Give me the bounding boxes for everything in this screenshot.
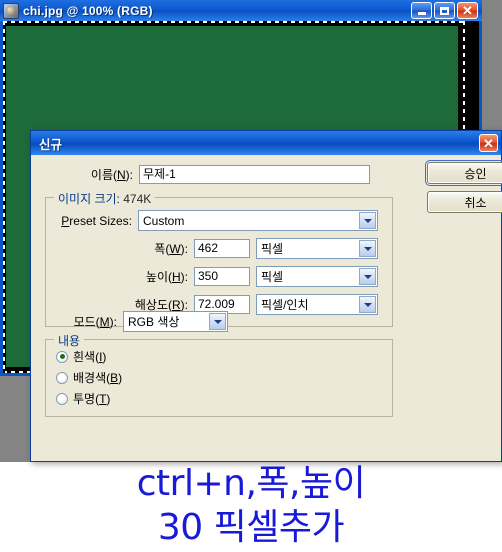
width-unit-select[interactable]: 픽셀 <box>256 238 378 259</box>
radio-white-label: 흰색(I) <box>73 350 107 364</box>
maximize-button[interactable] <box>434 2 455 19</box>
image-size-legend: 이미지 크기: 474K <box>54 190 156 207</box>
chevron-down-icon[interactable] <box>359 268 376 285</box>
annotation-line-2: 30 픽셀추가 <box>157 507 345 548</box>
height-unit-value: 픽셀 <box>261 270 284 284</box>
preset-sizes-row: Preset Sizes: Custom <box>54 210 386 231</box>
radio-background-color-label: 배경색(B) <box>73 371 123 385</box>
image-window-controls: ✕ <box>411 2 478 19</box>
new-document-dialog: 신규 ✕ 이름(N): 무제-1 승인 취소 이미지 크기: 474K Pres… <box>30 130 502 462</box>
image-window-close-button[interactable]: ✕ <box>457 2 478 19</box>
screen: chi.jpg @ 100% (RGB) ✕ 신규 ✕ 이름(N): 무제-1 … <box>0 0 502 552</box>
annotation-overlay: ctrl+n,폭,높이 30 픽셀추가 <box>0 462 502 550</box>
close-icon: ✕ <box>462 3 473 18</box>
selection-edge-left <box>3 21 5 373</box>
radio-white-indicator[interactable] <box>56 350 68 363</box>
annotation-line-1: ctrl+n,폭,높이 <box>136 463 366 504</box>
close-icon: ✕ <box>483 135 494 151</box>
radio-background-color[interactable]: 배경색(B) <box>56 369 122 386</box>
preset-sizes-label: Preset Sizes: <box>61 213 132 228</box>
radio-white[interactable]: 흰색(I) <box>56 348 106 365</box>
width-input[interactable]: 462 <box>194 239 250 258</box>
width-unit-value: 픽셀 <box>261 242 284 256</box>
preset-sizes-value: Custom <box>143 213 185 228</box>
name-row: 이름(N): 무제-1 <box>31 165 391 184</box>
selection-edge-top <box>3 21 465 23</box>
chevron-down-icon[interactable] <box>359 240 376 257</box>
height-input[interactable]: 350 <box>194 267 250 286</box>
width-label: 폭(W): <box>154 242 188 256</box>
height-row: 높이(H): 350 픽셀 <box>54 266 386 287</box>
mode-label: 모드(M): <box>73 315 117 329</box>
name-label: 이름(N): <box>90 168 133 182</box>
minimize-icon <box>417 11 426 15</box>
chevron-down-icon[interactable] <box>359 296 376 313</box>
dialog-title: 신규 <box>39 137 63 152</box>
radio-background-color-indicator[interactable] <box>56 371 68 384</box>
ok-button[interactable]: 승인 <box>425 160 502 186</box>
image-window-title: chi.jpg @ 100% (RGB) <box>23 3 153 18</box>
radio-transparent[interactable]: 투명(T) <box>56 390 110 407</box>
mode-row: 모드(M): RGB 색상 <box>53 311 293 332</box>
width-row: 폭(W): 462 픽셀 <box>54 238 386 259</box>
chevron-down-icon[interactable] <box>209 313 226 330</box>
name-label-accesskey: N <box>116 168 126 182</box>
height-label: 높이(H): <box>145 270 188 284</box>
height-unit-select[interactable]: 픽셀 <box>256 266 378 287</box>
dialog-titlebar[interactable]: 신규 ✕ <box>31 131 501 155</box>
dialog-close-button[interactable]: ✕ <box>479 134 498 152</box>
contents-legend: 내용 <box>54 332 85 349</box>
chevron-down-icon[interactable] <box>359 212 376 229</box>
dialog-body: 이름(N): 무제-1 승인 취소 이미지 크기: 474K Preset Si… <box>31 155 502 461</box>
photoshop-document-icon <box>3 2 19 19</box>
cancel-button[interactable]: 취소 <box>427 191 502 213</box>
radio-transparent-indicator[interactable] <box>56 392 68 405</box>
image-window-titlebar[interactable]: chi.jpg @ 100% (RGB) ✕ <box>0 0 482 21</box>
contents-group: 내용 흰색(I) 배경색(B) 투명(T) <box>45 332 393 417</box>
minimize-button[interactable] <box>411 2 432 19</box>
mode-value: RGB 색상 <box>128 315 180 329</box>
image-size-group: 이미지 크기: 474K Preset Sizes: Custom 폭(W): … <box>45 190 393 327</box>
name-input[interactable]: 무제-1 <box>139 165 370 184</box>
image-size-value: : 474K <box>116 192 152 206</box>
preset-sizes-select[interactable]: Custom <box>138 210 378 231</box>
maximize-icon <box>440 6 449 15</box>
radio-transparent-label: 투명(T) <box>73 392 111 406</box>
mode-select[interactable]: RGB 색상 <box>123 311 228 332</box>
